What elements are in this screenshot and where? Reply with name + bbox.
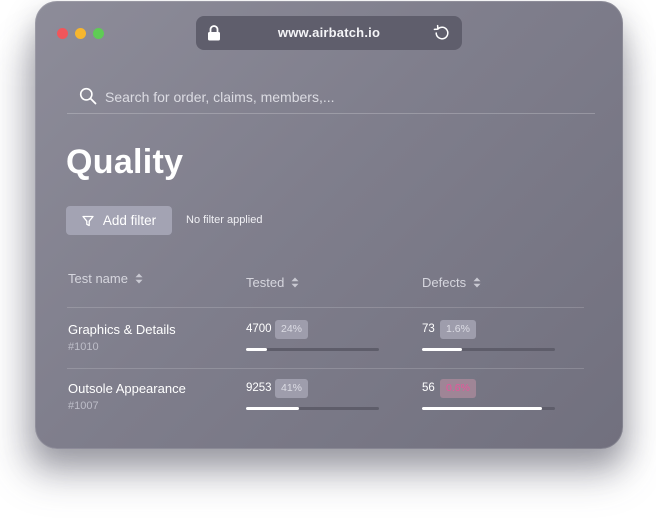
defects-count: 56 [422,382,435,394]
sort-icon [473,277,481,288]
defects-percent-badge: 1.6% [440,320,476,339]
search-bar [67,85,595,114]
column-header-tested[interactable]: Tested [246,275,299,290]
column-header-test-name[interactable]: Test name [68,271,143,286]
add-filter-label: Add filter [102,213,157,228]
tested-progress-track [246,348,379,351]
tested-progress-fill [246,407,300,410]
sort-icon [291,277,299,288]
reload-icon[interactable] [432,23,452,43]
table-row[interactable]: Graphics & Details #1010 4700 24% 73 1.6… [35,320,623,382]
search-icon [79,87,97,105]
defects-progress-track [422,348,555,351]
defects-progress-fill [422,407,542,410]
defects-count: 73 [422,323,435,335]
test-id: #1010 [68,341,99,353]
tested-progress-fill [246,348,268,351]
tested-percent-badge: 24% [275,320,309,339]
tested-progress-track [246,407,379,410]
window-controls [57,28,104,39]
url-text: www.airbatch.io [277,25,381,40]
minimize-window-button[interactable] [75,28,86,39]
test-name: Outsole Appearance [68,381,186,396]
column-header-label: Tested [246,275,285,290]
column-header-label: Defects [422,275,467,290]
sort-icon [135,273,143,284]
search-input[interactable] [105,85,585,109]
table-divider [67,368,584,369]
maximize-window-button[interactable] [93,28,104,39]
page-title: Quality [66,143,184,181]
defects-progress-fill [422,348,462,351]
column-header-label: Test name [68,271,128,286]
funnel-icon [82,215,94,226]
column-header-defects[interactable]: Defects [422,275,481,290]
address-bar[interactable]: www.airbatch.io [196,16,462,50]
test-id: #1007 [68,400,99,412]
browser-window: www.airbatch.io Quality Add filter No fi… [35,1,623,449]
tested-count: 4700 [246,323,272,335]
tested-percent-badge: 41% [275,379,309,398]
tested-count: 9253 [246,382,272,394]
defects-percent-badge: 0.6% [440,379,476,398]
test-name: Graphics & Details [68,322,176,337]
add-filter-button[interactable]: Add filter [66,206,172,235]
table-row[interactable]: Outsole Appearance #1007 9253 41% 56 0.6… [35,379,623,441]
defects-progress-track [422,407,555,410]
table-divider [67,307,584,308]
filter-status: No filter applied [186,214,263,226]
close-window-button[interactable] [57,28,68,39]
